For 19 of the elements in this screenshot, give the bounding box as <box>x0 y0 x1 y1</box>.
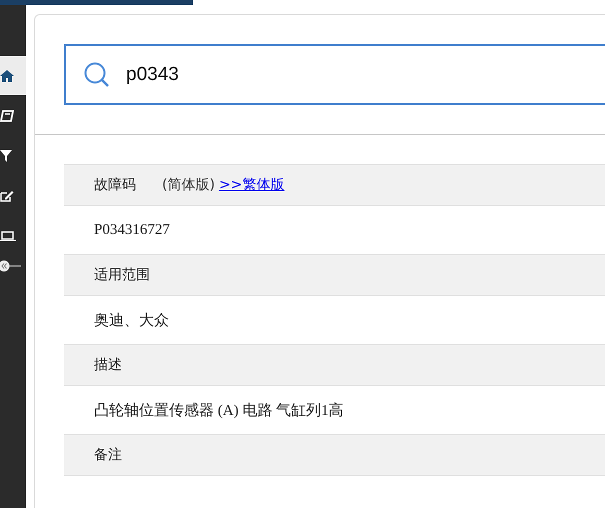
edit-icon <box>0 190 14 202</box>
laptop-icon <box>0 230 16 240</box>
section-label: 故障码 <box>94 176 136 194</box>
home-icon <box>0 70 14 82</box>
traditional-version-link[interactable]: >>繁体版 <box>218 176 284 194</box>
section-label: 描述 <box>94 356 122 374</box>
version-note: (简体版) <box>162 176 215 194</box>
search-icon <box>84 62 110 88</box>
book-icon <box>0 110 14 122</box>
section-value: 凸轮轴位置传感器 (A) 电路 气缸列1高 <box>94 401 344 420</box>
collapse-toggle-icon[interactable] <box>0 260 21 272</box>
section-label: 适用范围 <box>94 266 150 284</box>
search-input[interactable]: p0343 <box>126 64 426 86</box>
section-label: 备注 <box>94 446 122 464</box>
section-value: 奥迪、大众 <box>94 312 169 330</box>
sidebar-item[interactable] <box>0 56 26 95</box>
search-field[interactable]: p0343 <box>64 44 605 105</box>
section-value: P034316727 <box>94 222 170 238</box>
filter-icon <box>0 150 12 162</box>
